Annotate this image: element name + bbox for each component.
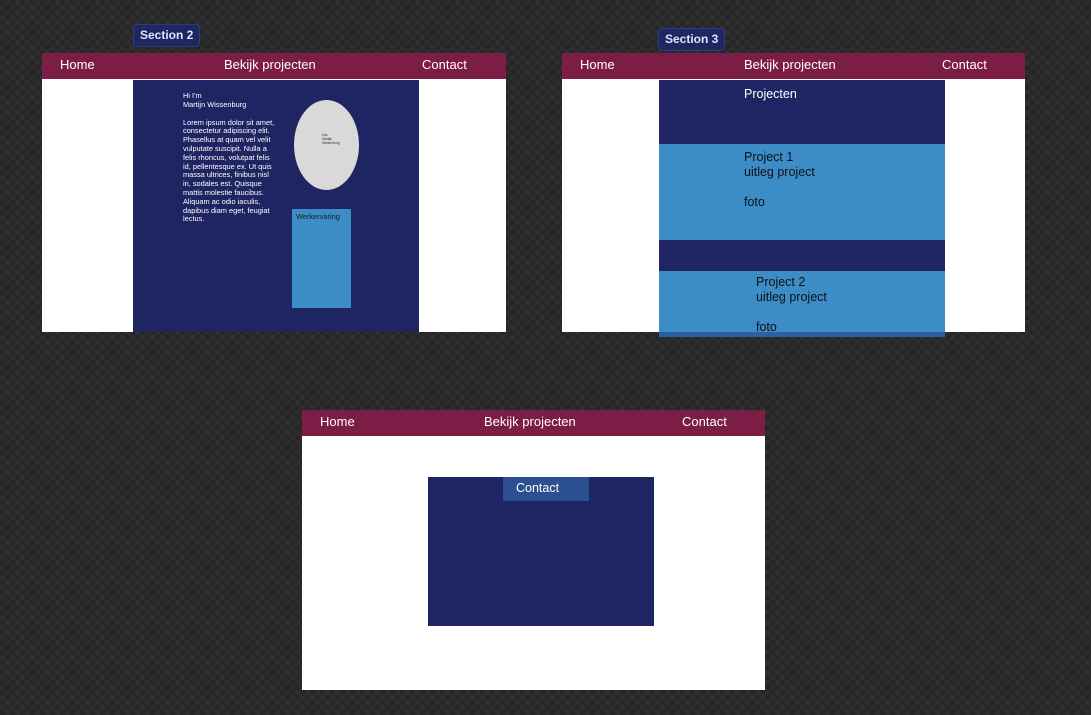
nav-contact-link[interactable]: Contact — [422, 53, 467, 77]
profile-photo: foto Martijn Wissenburg — [294, 100, 359, 190]
section-3-label[interactable]: Section 3 — [658, 28, 726, 51]
section-2-label[interactable]: Section 2 — [133, 24, 201, 47]
bio-line: lectus. — [183, 214, 205, 224]
nav-home-link[interactable]: Home — [60, 53, 95, 77]
project-card-overflow — [659, 332, 945, 337]
contact-panel: Contact — [428, 477, 654, 626]
experience-box: Werkervaring — [292, 209, 351, 308]
experience-label: Werkervaring — [296, 212, 340, 221]
nav-home-link[interactable]: Home — [580, 53, 615, 77]
profile-name: Martijn Wissenburg — [183, 99, 247, 109]
project-title: Project 2 — [756, 275, 806, 289]
photo-caption-line: Wissenburg — [322, 141, 340, 145]
section-2-frame: Home Bekijk projecten Contact Hi I'm Mar… — [42, 53, 506, 332]
project-card: Project 1 uitleg project foto — [659, 144, 945, 240]
nav-bar: Home Bekijk projecten Contact — [562, 53, 1025, 79]
nav-contact-link[interactable]: Contact — [682, 410, 727, 434]
contact-frame: Home Bekijk projecten Contact Contact — [302, 410, 765, 690]
contact-title-tab: Contact — [503, 477, 589, 501]
nav-bar: Home Bekijk projecten Contact — [42, 53, 506, 79]
profile-photo-caption: foto Martijn Wissenburg — [322, 133, 340, 145]
contact-title: Contact — [516, 481, 560, 495]
project-description: uitleg project — [744, 165, 815, 179]
bio-text: Lorem ipsum dolor sit amet, consectetur a… — [183, 118, 295, 225]
nav-projects-link[interactable]: Bekijk projecten — [224, 53, 316, 77]
projects-header: Projecten — [659, 80, 945, 144]
section-3-frame: Home Bekijk projecten Contact Projecten … — [562, 53, 1025, 332]
about-panel: Hi I'm Martijn Wissenburg Lorem ipsum do… — [133, 80, 419, 332]
project-card: Project 2 uitleg project foto — [659, 271, 945, 332]
nav-projects-link[interactable]: Bekijk projecten — [744, 53, 836, 77]
project-description: uitleg project — [756, 290, 827, 304]
nav-home-link[interactable]: Home — [320, 410, 355, 434]
project-divider — [659, 240, 945, 271]
projects-title: Projecten — [744, 87, 797, 101]
project-photo: foto — [744, 195, 765, 209]
project-photo: foto — [756, 320, 777, 332]
nav-projects-link[interactable]: Bekijk projecten — [484, 410, 576, 434]
project-title: Project 1 — [744, 150, 794, 164]
intro-text: Hi I'm Martijn Wissenburg Lorem ipsum do… — [183, 91, 295, 225]
nav-bar: Home Bekijk projecten Contact — [302, 410, 765, 436]
nav-contact-link[interactable]: Contact — [942, 53, 987, 77]
